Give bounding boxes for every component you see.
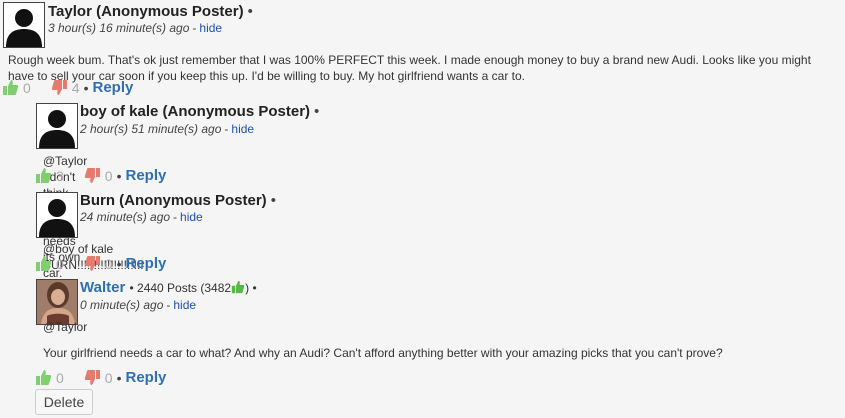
downvote-count: 0	[104, 167, 113, 184]
upvote-count: 0	[23, 79, 31, 96]
bullet: •	[314, 103, 320, 120]
bullet: •	[252, 281, 257, 295]
anonymous-avatar-icon	[36, 192, 78, 238]
anonymous-avatar-icon	[36, 103, 78, 149]
comment-timestamp: 2 hour(s) 51 minute(s) ago	[80, 122, 222, 136]
downvote-count: 0	[104, 255, 113, 272]
comment-timestamp: 24 minute(s) ago	[80, 210, 171, 224]
separator: -	[173, 210, 178, 224]
separator: -	[192, 21, 197, 35]
bullet: •	[116, 255, 122, 272]
comment-body: Your girlfriend needs a car to what? And…	[43, 346, 723, 360]
upvote-count: 0	[56, 369, 64, 386]
post-count-close: )	[245, 281, 250, 295]
comment-author: Burn (Anonymous Poster)	[80, 192, 267, 209]
upvote-count: 0	[56, 255, 64, 272]
reply-link[interactable]: Reply	[126, 255, 167, 272]
bullet: •	[116, 369, 122, 386]
comment-timestamp: 0 minute(s) ago	[80, 298, 164, 312]
reply-link[interactable]: Reply	[126, 369, 167, 386]
reply-link[interactable]: Reply	[126, 167, 167, 184]
bullet: •	[270, 192, 276, 209]
bullet: •	[129, 281, 134, 295]
thumbs-down-icon[interactable]	[84, 369, 101, 386]
thumbs-up-icon[interactable]	[35, 167, 52, 184]
upvote-count: 3	[56, 167, 64, 184]
comment-timestamp: 3 hour(s) 16 minute(s) ago	[48, 21, 190, 35]
comment-author[interactable]: Walter	[80, 279, 125, 296]
downvote-count: 4	[71, 79, 80, 96]
bullet: •	[247, 3, 253, 20]
separator: -	[224, 122, 229, 136]
hide-link[interactable]: hide	[231, 122, 254, 136]
bullet: •	[116, 167, 122, 184]
reply-link[interactable]: Reply	[93, 79, 134, 96]
bullet: •	[83, 79, 89, 96]
hide-link[interactable]: hide	[180, 210, 203, 224]
thumbs-up-icon[interactable]	[35, 369, 52, 386]
delete-button[interactable]: Delete	[35, 389, 93, 415]
thumbs-up-icon[interactable]	[2, 79, 19, 96]
thumbs-up-icon	[231, 280, 245, 294]
hide-link[interactable]: hide	[199, 21, 222, 35]
hide-link[interactable]: hide	[173, 298, 196, 312]
downvote-count: 0	[104, 369, 113, 386]
comment-mention: @Taylor	[43, 320, 88, 334]
comment-author: Taylor (Anonymous Poster)	[48, 3, 244, 20]
anonymous-avatar-icon	[3, 2, 45, 48]
post-count: 2440 Posts (3482	[137, 281, 232, 295]
thumbs-down-icon[interactable]	[51, 79, 68, 96]
thumbs-down-icon[interactable]	[84, 255, 101, 272]
thumbs-down-icon[interactable]	[84, 167, 101, 184]
comment-author: boy of kale (Anonymous Poster)	[80, 103, 311, 120]
separator: -	[166, 298, 171, 312]
thumbs-up-icon[interactable]	[35, 255, 52, 272]
